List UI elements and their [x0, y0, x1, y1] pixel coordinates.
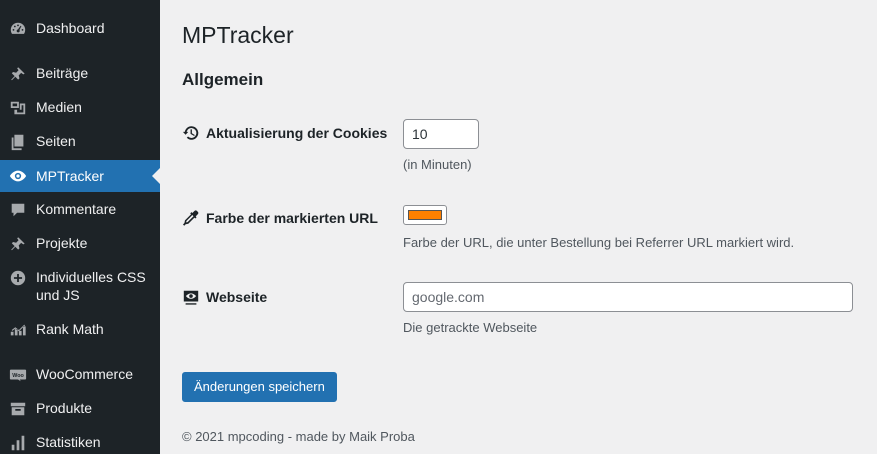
- screen-eye-icon: [183, 290, 199, 305]
- sidebar-item-label: Beiträge: [36, 65, 89, 81]
- sidebar-item-seiten[interactable]: Seiten: [0, 132, 160, 152]
- sidebar-item-statistiken[interactable]: Statistiken: [0, 433, 160, 453]
- sidebar-item-kommentare[interactable]: Kommentare: [0, 200, 160, 220]
- sidebar-item-medien[interactable]: Medien: [0, 98, 160, 118]
- media-icon: [8, 98, 28, 118]
- main-content: MPTracker Allgemein Aktualisierung der C…: [160, 0, 877, 454]
- sidebar-item-rank-math[interactable]: Rank Math: [0, 320, 160, 340]
- sidebar-item-label: MPTracker: [36, 168, 104, 184]
- history-icon: [182, 126, 199, 140]
- archive-icon: [8, 399, 28, 419]
- sidebar-item-produkte[interactable]: Produkte: [0, 399, 160, 419]
- bar-chart-icon: [8, 433, 28, 453]
- svg-text:Woo: Woo: [12, 373, 24, 379]
- color-setting-label: Farbe der markierten URL: [182, 209, 378, 227]
- sidebar-item-label: Seiten: [36, 133, 76, 149]
- sidebar-item-label: Produkte: [36, 400, 93, 416]
- admin-sidebar: Dashboard Beiträge Medien Seiten MPTrack…: [0, 0, 160, 454]
- sidebar-item-woocommerce[interactable]: Woo WooCommerce: [0, 365, 160, 385]
- comment-icon: [8, 200, 28, 220]
- sidebar-item-label: Dashboard: [36, 20, 105, 36]
- dashboard-icon: [8, 19, 28, 39]
- section-title: Allgemein: [182, 70, 264, 89]
- color-description: Farbe der URL, die unter Bestellung bei …: [403, 235, 795, 250]
- eye-icon: [8, 166, 28, 186]
- eyedropper-icon: [182, 210, 199, 226]
- sidebar-item-beitraege[interactable]: Beiträge: [0, 64, 160, 84]
- rank-math-icon: [8, 320, 28, 340]
- website-input[interactable]: [403, 282, 853, 312]
- color-label-text: Farbe der markierten URL: [206, 210, 378, 226]
- footer-credits: © 2021 mpcoding - made by Maik Proba: [182, 429, 415, 444]
- sidebar-item-label: Statistiken: [36, 434, 101, 450]
- cookies-label-text: Aktualisierung der Cookies: [206, 125, 388, 141]
- sidebar-item-label: WooCommerce: [36, 366, 133, 382]
- cookies-setting-label: Aktualisierung der Cookies: [182, 124, 387, 142]
- pages-icon: [8, 132, 28, 152]
- cookies-interval-input[interactable]: [403, 119, 479, 149]
- cookies-description: (in Minuten): [403, 157, 472, 172]
- sidebar-item-label: Projekte: [36, 235, 88, 251]
- plus-circle-icon: [8, 268, 28, 288]
- sidebar-item-projekte[interactable]: Projekte: [0, 234, 160, 254]
- sidebar-item-label: Kommentare: [36, 201, 117, 217]
- sidebar-item-dashboard[interactable]: Dashboard: [0, 19, 160, 39]
- pin-icon: [8, 64, 28, 84]
- page-title: MPTracker: [182, 22, 294, 48]
- sidebar-item-label: Rank Math: [36, 321, 104, 337]
- website-label-text: Webseite: [206, 289, 268, 305]
- sidebar-item-label: Individuelles CSS und JS: [36, 269, 146, 303]
- website-setting-label: Webseite: [182, 288, 267, 306]
- woo-icon: Woo: [8, 365, 28, 385]
- url-color-picker[interactable]: [403, 205, 447, 225]
- website-description: Die getrackte Webseite: [403, 320, 538, 335]
- color-preview: [408, 210, 442, 220]
- sidebar-item-mptracker[interactable]: MPTracker: [0, 160, 160, 192]
- sidebar-item-individuelles-css-js[interactable]: Individuelles CSS und JS: [0, 268, 160, 306]
- save-changes-button[interactable]: Änderungen speichern: [182, 372, 337, 402]
- sidebar-item-label: Medien: [36, 99, 82, 115]
- pin-icon: [8, 234, 28, 254]
